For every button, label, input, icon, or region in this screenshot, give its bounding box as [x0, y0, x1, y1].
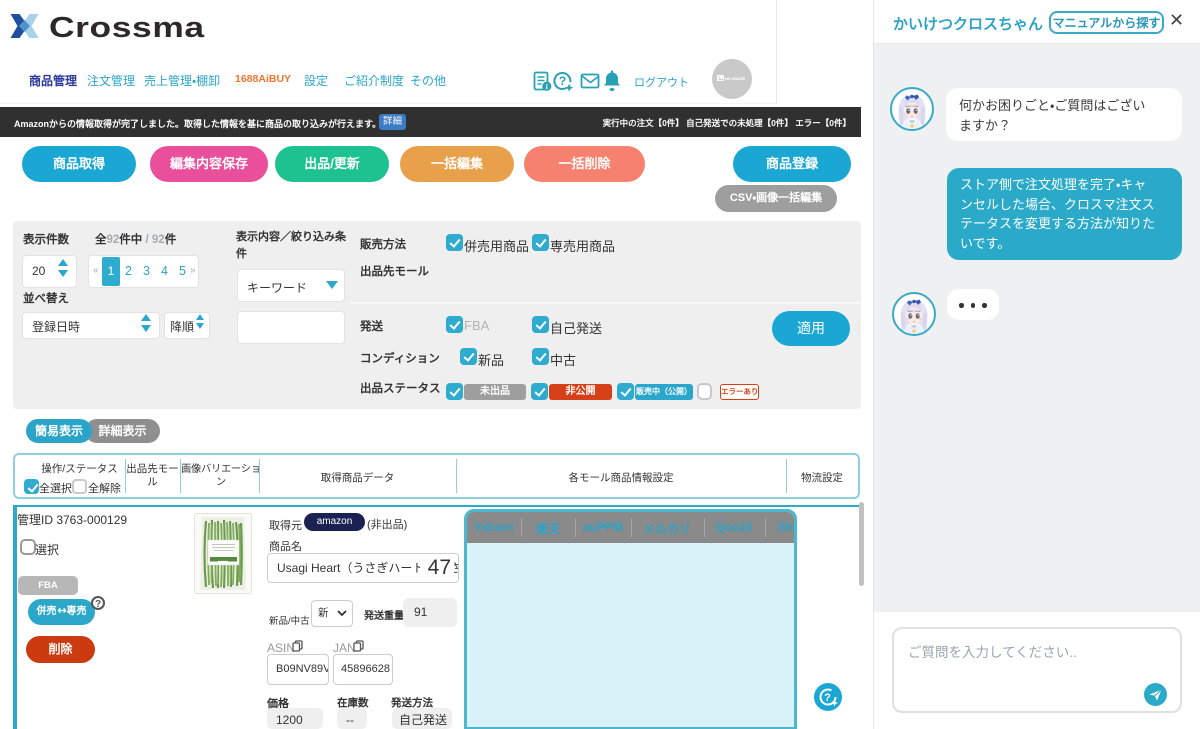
svg-text:?: ?: [824, 692, 831, 704]
svg-text:?: ?: [559, 74, 566, 88]
svg-text:i: i: [546, 82, 548, 91]
